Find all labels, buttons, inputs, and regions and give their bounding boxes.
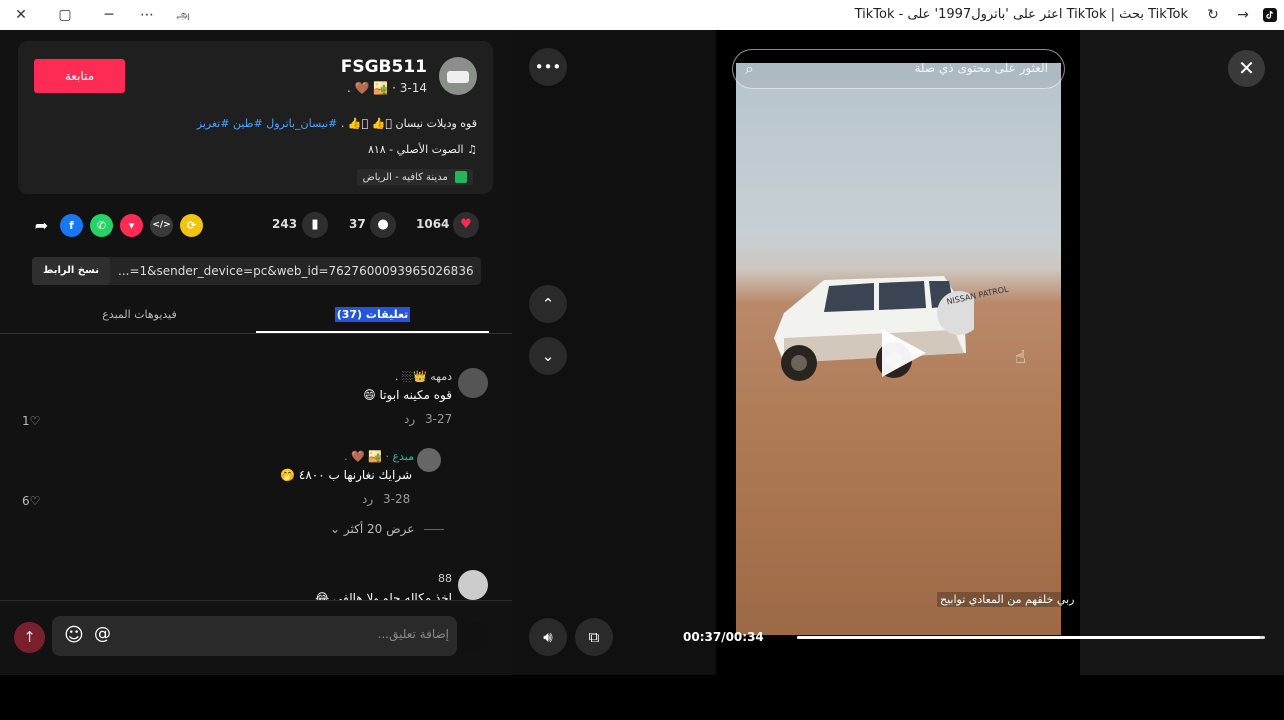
comment-avatar[interactable] bbox=[458, 570, 488, 600]
forward-icon[interactable]: → bbox=[1232, 0, 1254, 30]
author-meta: 3-14 · 🏜️ 🤎 . bbox=[346, 81, 427, 95]
window-more-icon[interactable]: ⋯ bbox=[134, 0, 160, 30]
location-tag[interactable]: مدينة كافيه - الرياض bbox=[356, 169, 473, 185]
comment-like-count: 6 bbox=[22, 494, 30, 508]
user-avatar bbox=[459, 622, 489, 652]
link-bar: نسخ الرابط ...=1&sender_device=pc&web_id… bbox=[32, 257, 481, 285]
video-caption: ربي خلقهم من المعادي توابيح bbox=[937, 592, 1078, 607]
post-comment-button[interactable]: ↑ bbox=[14, 622, 45, 653]
comment-count: 37 bbox=[349, 217, 366, 231]
copy-link-button[interactable]: نسخ الرابط bbox=[32, 257, 110, 285]
more-icon[interactable]: ••• bbox=[529, 48, 567, 86]
play-icon[interactable] bbox=[874, 325, 930, 381]
post-info-card: متابعة FSGB511 3-14 · 🏜️ 🤎 . قوه وديلات … bbox=[18, 41, 493, 194]
chevron-down-icon: ⌄ bbox=[330, 522, 341, 536]
music-name: الصوت الأصلي - ٨١٨ bbox=[367, 143, 464, 156]
close-icon[interactable]: ✕ bbox=[1228, 50, 1265, 87]
left-panel: متابعة FSGB511 3-14 · 🏜️ 🤎 . قوه وديلات … bbox=[0, 30, 512, 675]
volume-icon[interactable]: 🔊︎ bbox=[529, 618, 567, 656]
reply-avatar[interactable] bbox=[417, 448, 441, 472]
reply-button[interactable]: رد bbox=[404, 412, 415, 426]
emoji-icon[interactable]: ☺ bbox=[64, 624, 84, 646]
comment-avatar[interactable] bbox=[458, 368, 488, 398]
tab-creator-videos[interactable]: فيديوهات المبدع bbox=[23, 304, 256, 334]
comment-input[interactable]: ☺ @ إضافة تعليق... bbox=[52, 616, 457, 656]
bookmark-icon[interactable]: ▮ bbox=[302, 212, 328, 238]
video-controls-strip: ••• ⌃ ⌄ 🔊︎ ⧉ bbox=[512, 30, 716, 675]
refresh-icon[interactable]: ↻ bbox=[1202, 0, 1224, 30]
comment-date: 3-27 bbox=[425, 412, 453, 426]
floating-player-icon[interactable]: ⧉ bbox=[575, 618, 613, 656]
right-backdrop bbox=[1080, 30, 1284, 675]
facebook-icon[interactable]: f bbox=[60, 214, 83, 237]
comment-input-area: ↑ ☺ @ إضافة تعليق... bbox=[0, 600, 512, 675]
video-search-bar[interactable]: ⌕ العثور على محتوى ذي صلة bbox=[732, 49, 1065, 89]
share-arrow-icon[interactable]: ➦ bbox=[30, 214, 53, 237]
description-text: قوه وديلات نيسان 🏼👍 🏼👍 . bbox=[340, 117, 477, 130]
music-note-icon: ♫ bbox=[467, 143, 477, 156]
music-info[interactable]: ♫ الصوت الأصلي - ٨١٨ bbox=[368, 143, 477, 156]
post-description: قوه وديلات نيسان 🏼👍 🏼👍 . #نيسان_باترول #… bbox=[197, 117, 477, 130]
comment-like-count: 1 bbox=[22, 414, 30, 428]
chevron-down-icon[interactable]: ⌄ bbox=[529, 337, 567, 375]
comment-username[interactable]: 88 bbox=[438, 572, 452, 585]
link-url: ...=1&sender_device=pc&web_id=7627600093… bbox=[118, 264, 473, 278]
comment-placeholder: إضافة تعليق... bbox=[377, 627, 449, 641]
author-avatar[interactable] bbox=[439, 57, 477, 95]
video-frame-car bbox=[774, 276, 974, 381]
comment-text: قوه مكينه ابوتا 😄 bbox=[363, 388, 452, 402]
window-title: TikTok بحث | TikTok اعثر على 'باترول1997… bbox=[854, 7, 1188, 22]
heart-outline-icon: ♡ bbox=[29, 414, 41, 428]
window-titlebar: ✕ ▢ ─ ⋯ அ TikTok بحث | TikTok اعثر على '… bbox=[0, 0, 1284, 30]
tab-comments-label: (37) تعليقات bbox=[334, 307, 411, 322]
mention-icon[interactable]: @ bbox=[94, 624, 111, 644]
reply-date: 3-28 bbox=[383, 492, 411, 506]
whatsapp-icon[interactable]: ✆ bbox=[90, 214, 113, 237]
author-name[interactable]: FSGB511 bbox=[341, 57, 427, 77]
like-count: 1064 bbox=[416, 217, 450, 231]
video-time: 00:37/00:34 bbox=[683, 630, 764, 644]
window-close-icon[interactable]: ✕ bbox=[8, 0, 34, 30]
reply-button[interactable]: رد bbox=[362, 492, 373, 506]
comment-username[interactable]: دمهه 👑🏼 . bbox=[395, 370, 452, 384]
video-progress-bar[interactable] bbox=[797, 636, 1265, 639]
location-name: مدينة كافيه - الرياض bbox=[362, 172, 448, 183]
show-more-replies[interactable]: ⌄ عرض 20 أكثر bbox=[330, 522, 445, 536]
search-icon[interactable]: ⌕ bbox=[745, 59, 754, 79]
reply-username[interactable]: مبدع · 🏜️ 🤎 . bbox=[344, 450, 414, 463]
like-heart-icon[interactable]: ♥ bbox=[453, 212, 479, 238]
save-count: 243 bbox=[272, 217, 298, 231]
comment-like[interactable]: 6♡ bbox=[22, 494, 40, 508]
comment-like[interactable]: 1♡ bbox=[22, 414, 40, 428]
follow-button[interactable]: متابعة bbox=[34, 59, 125, 93]
comment-icon[interactable]: ● bbox=[370, 212, 396, 238]
embed-icon[interactable]: </> bbox=[150, 214, 173, 237]
reply-text: شرايك نغارنها ب ٤٨٠٠ 🤭 bbox=[280, 468, 412, 482]
heart-outline-icon: ♡ bbox=[29, 494, 41, 508]
send-to-friends-icon[interactable]: ▾ bbox=[120, 214, 143, 237]
tab-comments[interactable]: (37) تعليقات bbox=[256, 304, 489, 334]
hashtags[interactable]: #نيسان_باترول #طين #تغريز bbox=[197, 117, 338, 130]
window-restore-icon[interactable]: ▢ bbox=[52, 0, 78, 30]
repost-icon[interactable]: ⟳ bbox=[180, 214, 203, 237]
more-replies-label: عرض 20 أكثر bbox=[343, 522, 415, 536]
window-minimize-icon[interactable]: ─ bbox=[96, 0, 122, 30]
mouse-cursor-icon: ☝ bbox=[1015, 347, 1026, 368]
tiktok-logo-icon bbox=[1260, 0, 1280, 30]
translate-icon[interactable]: அ bbox=[170, 0, 196, 30]
search-placeholder: العثور على محتوى ذي صلة bbox=[914, 61, 1048, 75]
chevron-up-icon[interactable]: ⌃ bbox=[529, 285, 567, 323]
location-pin-icon bbox=[455, 171, 467, 183]
tabs-divider bbox=[0, 333, 512, 334]
divider-line bbox=[424, 529, 445, 530]
video-progress-fill bbox=[797, 636, 1261, 639]
bottom-bar bbox=[0, 675, 1284, 720]
